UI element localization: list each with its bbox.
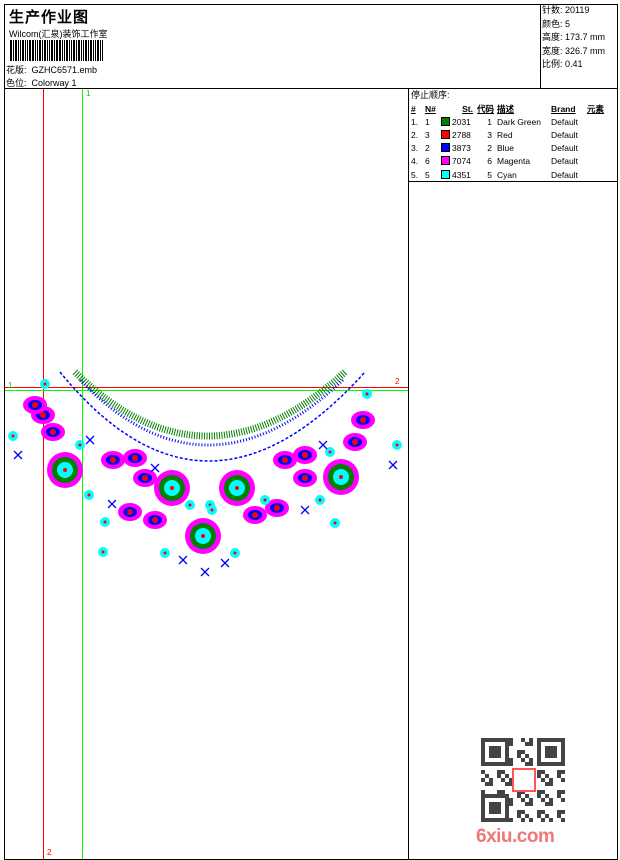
cross-stitch (85, 435, 95, 445)
colorway: 色位: Colorway 1 (6, 76, 77, 89)
design-scale: 比例: 0.41 (542, 59, 583, 69)
cross-stitch (220, 558, 230, 568)
stitch-count: 针数: 20119 (542, 5, 590, 15)
qr-code (481, 738, 565, 822)
guide-label: 1 (86, 89, 91, 98)
color-swatch (441, 143, 450, 153)
design-height: 高度: 173.7 mm (542, 32, 606, 42)
stop-row: 3. 2 3873 2 Blue Default (411, 143, 578, 154)
col-header: Brand (551, 103, 576, 114)
col-header: 元素 (587, 103, 605, 114)
color-count: 颜色: 5 (542, 18, 571, 29)
divider (409, 181, 617, 182)
necklace-zigzag (59, 371, 366, 462)
embroidery-design (8, 369, 402, 577)
col-header: # (411, 103, 416, 114)
cross-stitch (107, 499, 117, 509)
stop-sequence-table: # N# St. 代码 描述 Brand 元素 1. 1 2031 1 Dark Gre… (411, 102, 617, 181)
cross-stitch (200, 567, 210, 577)
design-label: 花版: (6, 65, 27, 75)
stop-row: 4. 6 7074 6 Magenta Default (411, 156, 578, 167)
color-swatch (441, 169, 450, 179)
stop-sequence-title: 停止顺序: (411, 90, 450, 100)
color-swatch (441, 156, 450, 166)
col-header: 描述 (497, 103, 515, 114)
page-title: 生产作业图 (9, 9, 90, 26)
stop-row: 5. 5 4351 5 Cyan Default (411, 169, 578, 180)
stop-row: 1. 1 2031 1 Dark Green Default (411, 116, 578, 127)
guide-label: 2 (47, 848, 52, 857)
colorway-value: Colorway 1 (31, 78, 77, 88)
divider (408, 89, 409, 859)
col-header: St. (462, 103, 473, 114)
design-width: 宽度: 326.7 mm (542, 45, 606, 56)
col-header: 代码 (477, 103, 495, 114)
barcode (10, 40, 130, 61)
colorway-label: 色位: (6, 78, 27, 88)
cross-stitch (318, 440, 328, 450)
cross-stitch (178, 555, 188, 565)
stamp-logo (512, 768, 536, 792)
design-info: 针数: 20119 颜色: 5 高度: 173.7 mm 宽度: 326.7 m… (540, 4, 618, 88)
watermark-logo: 6xiu.com (476, 826, 555, 847)
cross-stitch (300, 505, 310, 515)
stop-row: 2. 3 2788 3 Red Default (411, 129, 578, 140)
stop-sequence: 停止顺序: # N# St. 代码 描述 Brand 元素 1. 1 2031 1 Da… (409, 89, 617, 181)
cross-stitch (388, 460, 398, 470)
cross-stitch (150, 463, 160, 473)
color-swatch (441, 116, 450, 126)
color-swatch (441, 129, 450, 139)
design-file: 花版: GZHC6571.emb (6, 63, 97, 76)
studio-name: Wilcom(汇泉)装饰工作室 (9, 29, 108, 39)
cross-stitch (13, 450, 23, 460)
col-header: N# (425, 103, 436, 114)
header: 生产作业图 Wilcom(汇泉)装饰工作室 花版: GZHC6571.emb 色… (4, 4, 618, 89)
design-value: GZHC6571.emb (31, 65, 98, 75)
